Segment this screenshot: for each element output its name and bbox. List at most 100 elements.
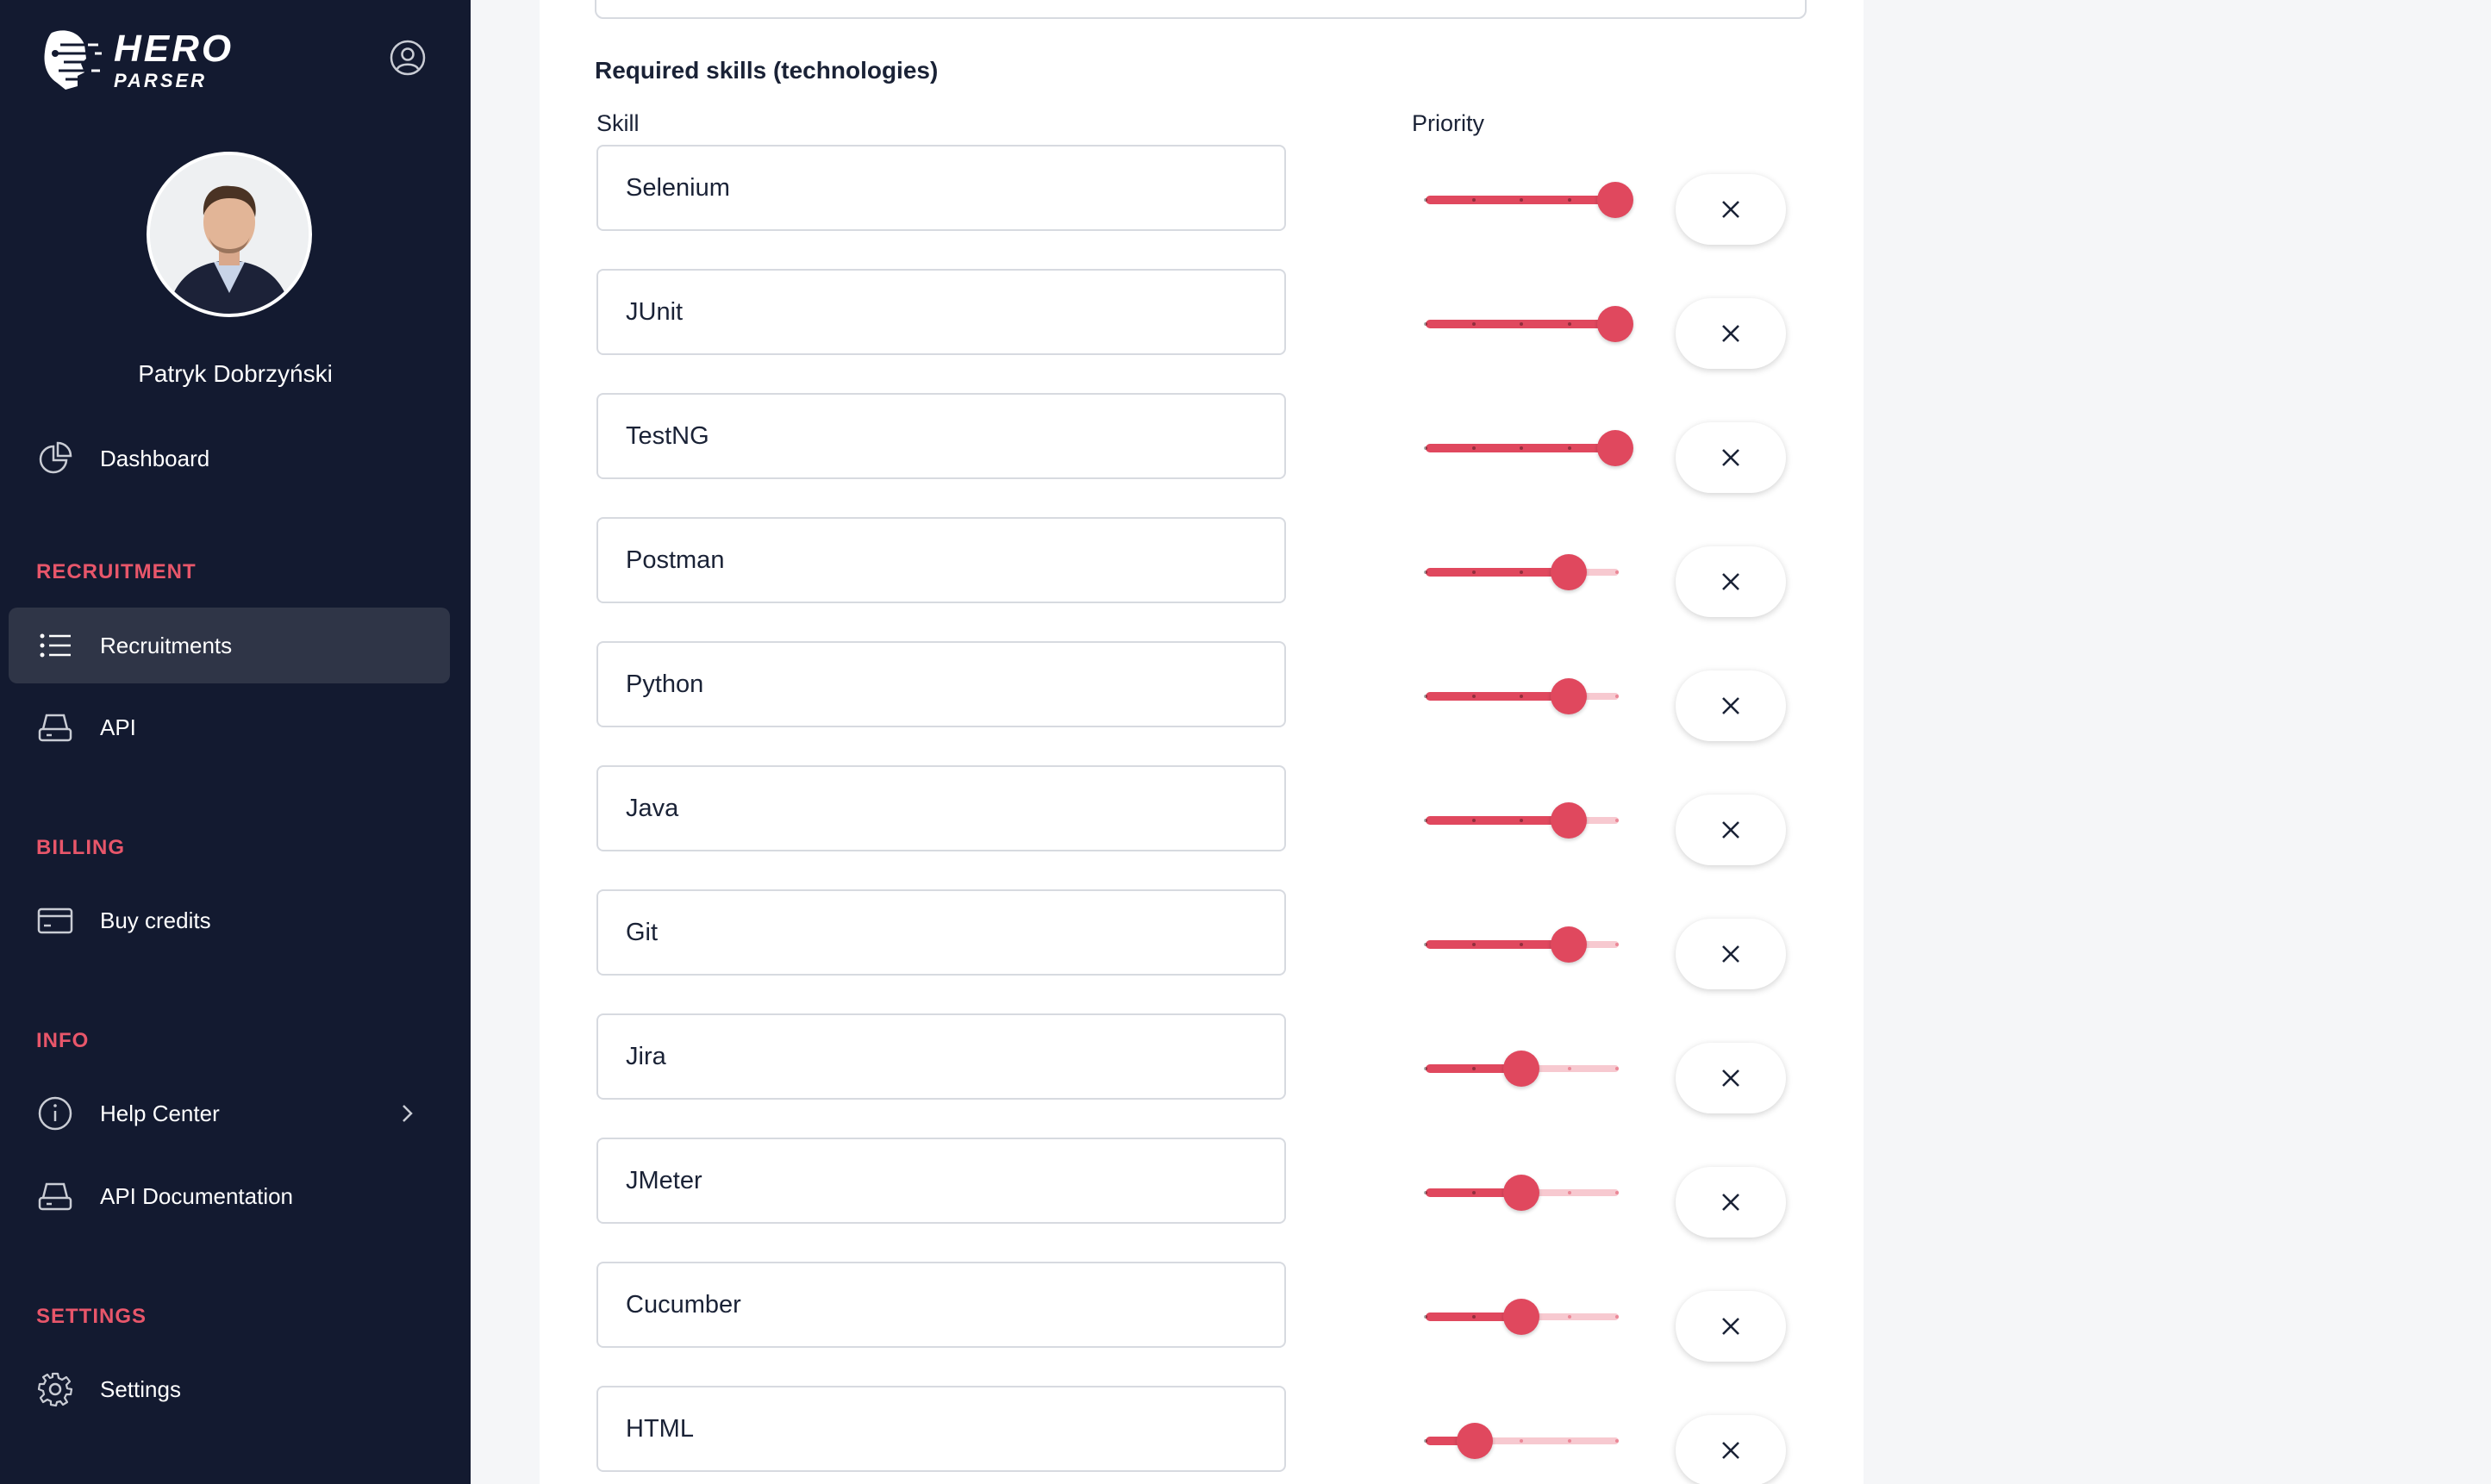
- slider-mark: [1471, 819, 1476, 822]
- skill-name-input[interactable]: [596, 1386, 1286, 1472]
- sidebar-item-label: API: [100, 714, 136, 740]
- slider-thumb[interactable]: [1550, 554, 1587, 590]
- skill-row: [540, 641, 1864, 741]
- slider-mark: [1471, 695, 1476, 698]
- skill-name-input[interactable]: [596, 1013, 1286, 1100]
- slider-mark: [1615, 571, 1619, 574]
- close-icon: [1722, 573, 1739, 590]
- remove-skill-button[interactable]: [1676, 298, 1786, 369]
- priority-slider[interactable]: [1424, 1167, 1619, 1222]
- skill-row: [540, 517, 1864, 617]
- remove-skill-button[interactable]: [1676, 795, 1786, 865]
- main-content: Required skills (technologies) Skill Pri…: [540, 0, 1864, 1484]
- slider-mark: [1520, 943, 1523, 946]
- remove-skill-button[interactable]: [1676, 1415, 1786, 1484]
- priority-slider[interactable]: [1424, 546, 1619, 602]
- slider-mark: [1424, 446, 1427, 450]
- slider-mark: [1424, 322, 1427, 326]
- slider-mark: [1615, 1315, 1619, 1319]
- slider-mark: [1520, 819, 1523, 822]
- slider-mark: [1615, 695, 1619, 698]
- skill-row: [540, 1262, 1864, 1362]
- slider-mark: [1471, 322, 1476, 326]
- pie-chart-icon: [36, 440, 74, 477]
- remove-skill-button[interactable]: [1676, 1291, 1786, 1362]
- skill-name-input[interactable]: [596, 1138, 1286, 1224]
- sidebar-item-help-center[interactable]: Help Center: [9, 1076, 450, 1151]
- slider-thumb[interactable]: [1503, 1051, 1539, 1087]
- slider-mark: [1471, 1191, 1476, 1194]
- slider-thumb[interactable]: [1456, 1423, 1493, 1459]
- remove-skill-button[interactable]: [1676, 1043, 1786, 1113]
- priority-slider[interactable]: [1424, 1415, 1619, 1470]
- remove-skill-button[interactable]: [1676, 422, 1786, 493]
- skill-column-header: Skill: [596, 110, 640, 136]
- close-icon: [1722, 325, 1739, 342]
- priority-slider[interactable]: [1424, 1291, 1619, 1346]
- hero-logo-icon: [44, 30, 102, 90]
- sidebar-item-label: Dashboard: [100, 445, 210, 471]
- remove-skill-button[interactable]: [1676, 1167, 1786, 1238]
- skills-section-title: Required skills (technologies): [595, 57, 939, 84]
- skill-name-input[interactable]: [596, 145, 1286, 231]
- slider-track: [1426, 692, 1570, 701]
- slider-mark: [1471, 943, 1476, 946]
- slider-thumb[interactable]: [1550, 678, 1587, 714]
- sidebar-item-dashboard[interactable]: Dashboard: [9, 421, 450, 496]
- slider-mark: [1424, 1191, 1427, 1194]
- sidebar-item-label: Buy credits: [100, 907, 211, 933]
- sidebar-item-recruitments[interactable]: Recruitments: [9, 608, 450, 683]
- slider-thumb[interactable]: [1503, 1175, 1539, 1211]
- app-logo[interactable]: HERO PARSER: [34, 26, 234, 95]
- skill-name-input[interactable]: [596, 641, 1286, 727]
- close-icon: [1722, 1442, 1739, 1459]
- drive-icon: [36, 1177, 74, 1215]
- slider-thumb[interactable]: [1503, 1299, 1539, 1335]
- remove-skill-button[interactable]: [1676, 546, 1786, 617]
- skill-name-input[interactable]: [596, 765, 1286, 851]
- sidebar-item-api[interactable]: API: [9, 689, 450, 765]
- remove-skill-button[interactable]: [1676, 174, 1786, 245]
- close-icon: [1722, 449, 1739, 466]
- logo-line-hero: HERO: [114, 28, 234, 70]
- skill-name-input[interactable]: [596, 393, 1286, 479]
- avatar-photo: [150, 155, 309, 314]
- priority-slider[interactable]: [1424, 298, 1633, 353]
- sidebar-item-settings[interactable]: Settings: [9, 1351, 450, 1427]
- skill-row: [540, 889, 1864, 989]
- slider-mark: [1615, 1439, 1619, 1443]
- previous-field-input[interactable]: [595, 0, 1807, 19]
- priority-slider[interactable]: [1424, 174, 1633, 229]
- priority-slider[interactable]: [1424, 1043, 1619, 1098]
- slider-thumb[interactable]: [1597, 430, 1633, 466]
- slider-thumb[interactable]: [1550, 802, 1587, 839]
- priority-slider[interactable]: [1424, 422, 1633, 477]
- priority-slider[interactable]: [1424, 670, 1619, 726]
- sidebar-item-buy-credits[interactable]: Buy credits: [9, 882, 450, 958]
- user-name: Patryk Dobrzyński: [138, 360, 333, 387]
- slider-mark: [1424, 695, 1427, 698]
- slider-mark: [1615, 819, 1619, 822]
- skill-name-input[interactable]: [596, 1262, 1286, 1348]
- sidebar-item-api-documentation[interactable]: API Documentation: [9, 1158, 450, 1234]
- slider-track: [1426, 568, 1570, 577]
- slider-mark: [1615, 1067, 1619, 1070]
- remove-skill-button[interactable]: [1676, 919, 1786, 989]
- close-icon: [1722, 1318, 1739, 1335]
- skill-name-input[interactable]: [596, 269, 1286, 355]
- slider-mark: [1424, 1439, 1427, 1443]
- skill-name-input[interactable]: [596, 517, 1286, 603]
- remove-skill-button[interactable]: [1676, 670, 1786, 741]
- skill-name-input[interactable]: [596, 889, 1286, 976]
- priority-slider[interactable]: [1424, 795, 1619, 850]
- slider-track: [1426, 816, 1570, 825]
- slider-mark: [1567, 446, 1571, 450]
- sidebar-item-label: Help Center: [100, 1100, 220, 1126]
- priority-slider[interactable]: [1424, 919, 1619, 974]
- user-circle-icon[interactable]: [388, 38, 428, 78]
- slider-thumb[interactable]: [1550, 926, 1587, 963]
- close-icon: [1722, 945, 1739, 963]
- sidebar-item-label: API Documentation: [100, 1182, 294, 1209]
- slider-thumb[interactable]: [1597, 306, 1633, 342]
- slider-thumb[interactable]: [1597, 182, 1633, 218]
